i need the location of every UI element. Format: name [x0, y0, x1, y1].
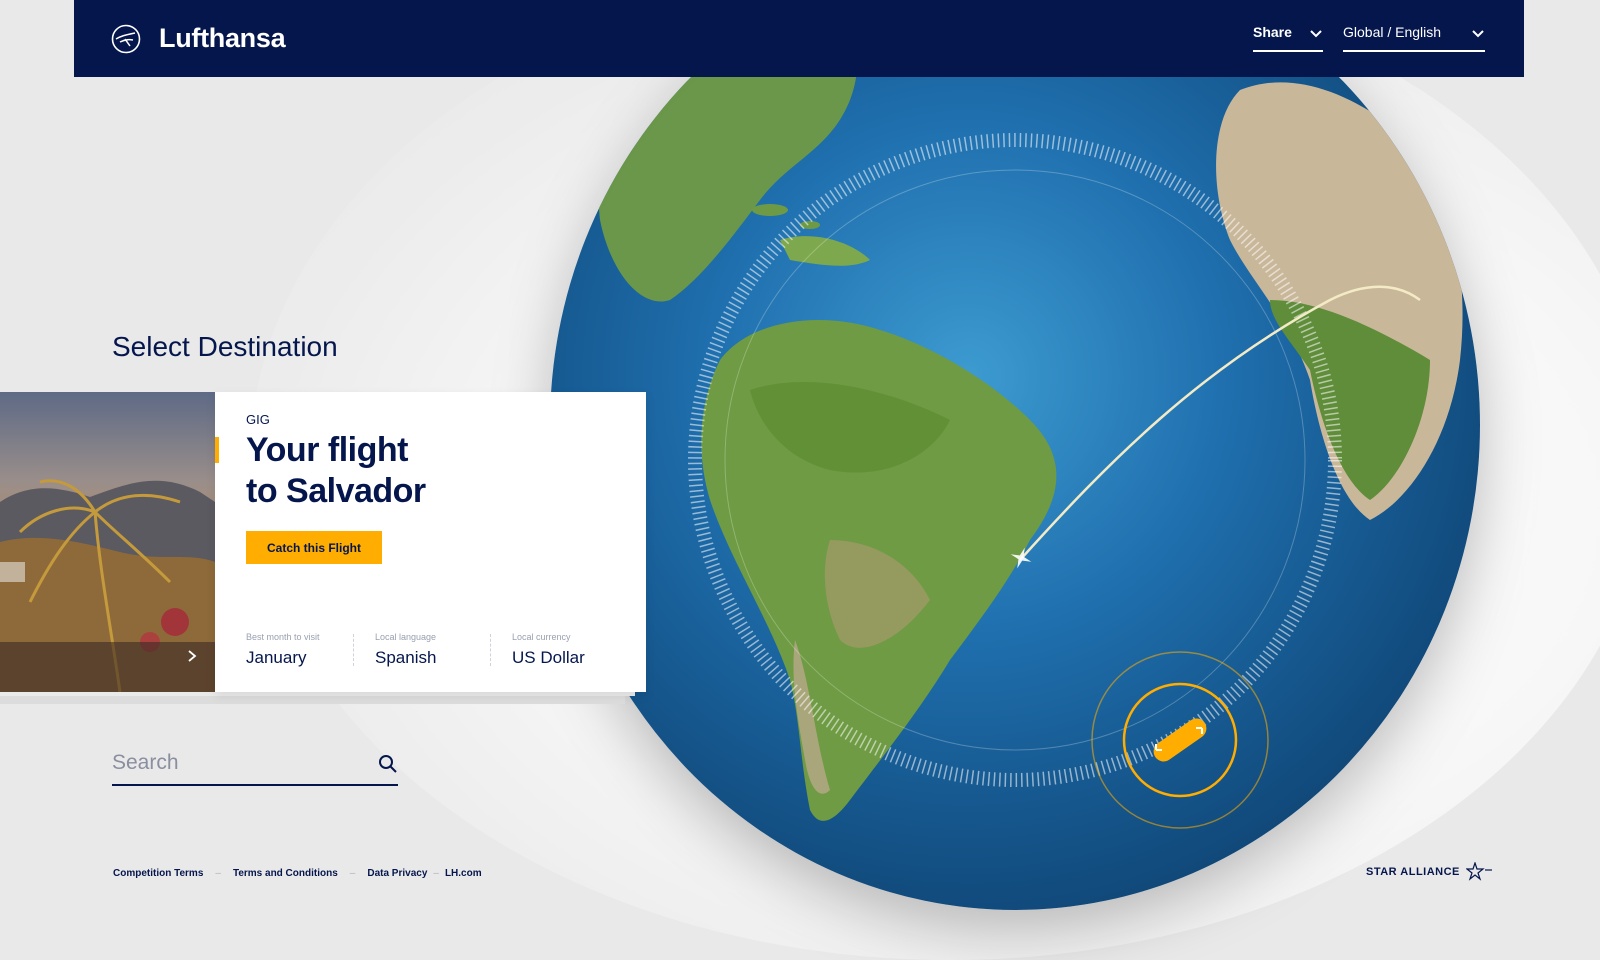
language-label: Global / English: [1343, 24, 1442, 40]
chevron-down-icon: [1310, 30, 1322, 38]
share-label: Share: [1253, 24, 1292, 40]
footer-link-data-privacy[interactable]: Data Privacy: [367, 868, 427, 879]
info-value: Spanish: [375, 648, 437, 667]
search-bar: [112, 748, 398, 786]
footer-link-lh-com[interactable]: LH.com: [445, 868, 482, 879]
language-dropdown[interactable]: Global / English: [1343, 24, 1485, 52]
separator: –: [433, 868, 439, 879]
card-accent-bar: [215, 437, 219, 463]
brand-name[interactable]: Lufthansa: [159, 23, 286, 54]
flight-title-line2: to Salvador: [246, 472, 426, 510]
plane-icon[interactable]: [1008, 545, 1034, 571]
card-stack-shadow: [0, 696, 625, 704]
info-label: Best month to visit: [246, 632, 320, 642]
divider: [353, 634, 355, 666]
earth-globe[interactable]: [550, 0, 1480, 910]
divider: [490, 634, 492, 666]
flight-title-line1: Your flight: [246, 431, 408, 469]
destination-photo-illustration: [0, 479, 215, 692]
globe-illustration: [598, 0, 1463, 821]
search-input[interactable]: [112, 748, 362, 778]
destination-photo[interactable]: [0, 392, 215, 692]
airport-code: GIG: [246, 412, 270, 427]
catch-flight-button[interactable]: Catch this Flight: [246, 531, 382, 564]
info-value: January: [246, 648, 307, 667]
site-header: Lufthansa Share Global / English: [74, 0, 1524, 77]
info-language: Local language Spanish: [375, 632, 436, 668]
info-label: Local language: [375, 632, 437, 642]
flight-title: Your flight to Salvador: [246, 430, 626, 512]
zoom-handle-icon[interactable]: [1090, 650, 1270, 830]
star-alliance-label[interactable]: STAR ALLIANCE: [1366, 866, 1460, 878]
share-dropdown[interactable]: Share: [1253, 24, 1323, 52]
separator: –: [349, 868, 356, 879]
separator: –: [215, 868, 221, 879]
footer-link-terms-conditions[interactable]: Terms and Conditions: [233, 868, 338, 879]
info-label: Local currency: [512, 632, 571, 642]
footer-link-competition-terms[interactable]: Competition Terms: [113, 868, 203, 879]
footer-links: Competition Terms – Terms and Conditions – D…: [113, 868, 482, 879]
search-icon[interactable]: [378, 754, 398, 774]
info-best-month: Best month to visit January: [246, 632, 320, 668]
info-currency: Local currency US Dollar: [512, 632, 585, 668]
info-value: US Dollar: [512, 648, 585, 667]
chevron-right-icon[interactable]: [187, 649, 197, 663]
globe[interactable]: [550, 0, 1480, 910]
crane-logo-icon[interactable]: [111, 24, 141, 54]
star-alliance-icon[interactable]: [1466, 862, 1494, 882]
section-title: Select Destination: [112, 331, 338, 362]
destination-card: GIG Your flight to Salvador Catch this F…: [215, 392, 646, 692]
chevron-down-icon: [1472, 30, 1484, 38]
